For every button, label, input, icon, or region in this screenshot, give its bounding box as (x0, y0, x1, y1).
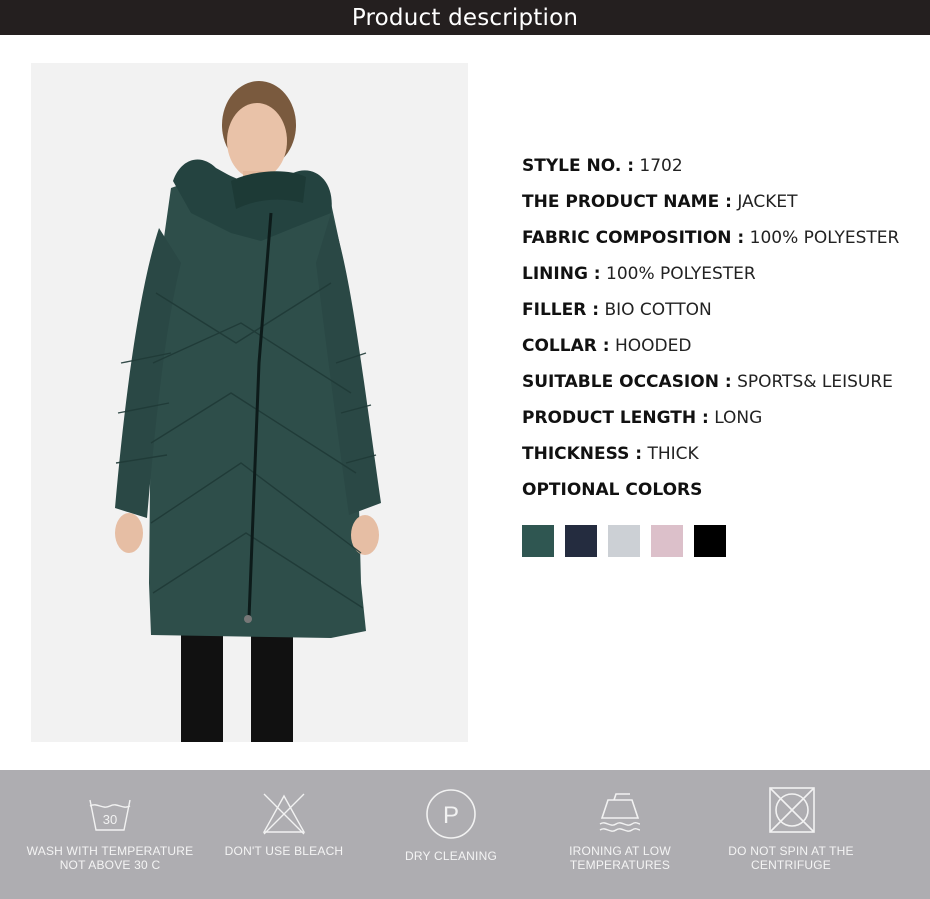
spec-row-colors: OPTIONAL COLORS (522, 478, 922, 514)
spec-value: LONG (714, 408, 763, 428)
care-text: WASH WITH TEMPERATURE NOT ABOVE 30 C (10, 844, 210, 872)
spec-value: THICK (647, 444, 699, 464)
color-swatch[interactable] (651, 525, 683, 557)
spec-label: STYLE NO. : (522, 156, 634, 176)
care-line: CENTRIFUGE (751, 858, 831, 872)
spec-row-occasion: SUITABLE OCCASION : SPORTS& LEISURE (522, 370, 922, 406)
spec-label: SUITABLE OCCASION : (522, 372, 732, 392)
wash-temp: 30 (103, 812, 117, 827)
care-line: DO NOT SPIN AT THE (728, 844, 854, 858)
care-line: TEMPERATURES (569, 858, 671, 872)
color-swatch[interactable] (522, 525, 554, 557)
spec-row-fabric: FABRIC COMPOSITION : 100% POLYESTER (522, 226, 922, 262)
no-spin-icon (769, 787, 815, 833)
spec-label: FABRIC COMPOSITION : (522, 228, 745, 248)
spec-value: 100% POLYESTER (749, 228, 900, 248)
spec-value: JACKET (737, 192, 798, 212)
care-text: DO NOT SPIN AT THE CENTRIFUGE (691, 844, 891, 872)
spec-label: LINING : (522, 264, 601, 284)
care-instructions: 30 WASH WITH TEMPERATURE NOT ABOVE 30 C … (0, 770, 930, 899)
spec-value: HOODED (614, 336, 692, 356)
spec-row-thickness: THICKNESS : THICK (522, 442, 922, 478)
color-swatch[interactable] (565, 525, 597, 557)
wash-30-icon: 30 (89, 799, 131, 831)
color-swatch[interactable] (608, 525, 640, 557)
spec-row-lining: LINING : 100% POLYESTER (522, 262, 922, 298)
spec-list: STYLE NO. : 1702 THE PRODUCT NAME : JACK… (522, 154, 922, 514)
spec-label: THE PRODUCT NAME : (522, 192, 732, 212)
care-item-iron: IRONING AT LOW TEMPERATURES (520, 770, 720, 899)
spec-label: OPTIONAL COLORS (522, 480, 703, 500)
spec-label: PRODUCT LENGTH : (522, 408, 709, 428)
care-line: IRONING AT LOW (569, 844, 671, 858)
dry-clean-icon: P (426, 789, 476, 839)
color-swatch[interactable] (694, 525, 726, 557)
care-text: IRONING AT LOW TEMPERATURES (520, 844, 720, 872)
product-photo (31, 63, 468, 742)
spec-value: 100% POLYESTER (606, 264, 756, 284)
care-item-wash: 30 WASH WITH TEMPERATURE NOT ABOVE 30 C (10, 770, 210, 899)
section-title: Product description (351, 4, 579, 31)
spec-label: THICKNESS : (522, 444, 643, 464)
spec-value: SPORTS& LEISURE (737, 372, 893, 392)
care-item-spin: DO NOT SPIN AT THE CENTRIFUGE (691, 770, 891, 899)
section-header: Product description (0, 0, 930, 35)
spec-label: FILLER : (522, 300, 600, 320)
spec-row-style-no: STYLE NO. : 1702 (522, 154, 922, 190)
spec-value: BIO COTTON (604, 300, 712, 320)
spec-row-filler: FILLER : BIO COTTON (522, 298, 922, 334)
spec-value: 1702 (639, 156, 683, 176)
spec-row-product-name: THE PRODUCT NAME : JACKET (522, 190, 922, 226)
color-swatches (522, 525, 726, 557)
spec-row-collar: COLLAR : HOODED (522, 334, 922, 370)
no-bleach-icon (262, 793, 306, 835)
spec-row-length: PRODUCT LENGTH : LONG (522, 406, 922, 442)
care-line: WASH WITH TEMPERATURE (26, 844, 194, 858)
care-line: NOT ABOVE 30 C (59, 858, 161, 872)
dry-clean-letter: P (443, 802, 459, 829)
spec-label: COLLAR : (522, 336, 610, 356)
iron-low-icon (599, 793, 641, 832)
